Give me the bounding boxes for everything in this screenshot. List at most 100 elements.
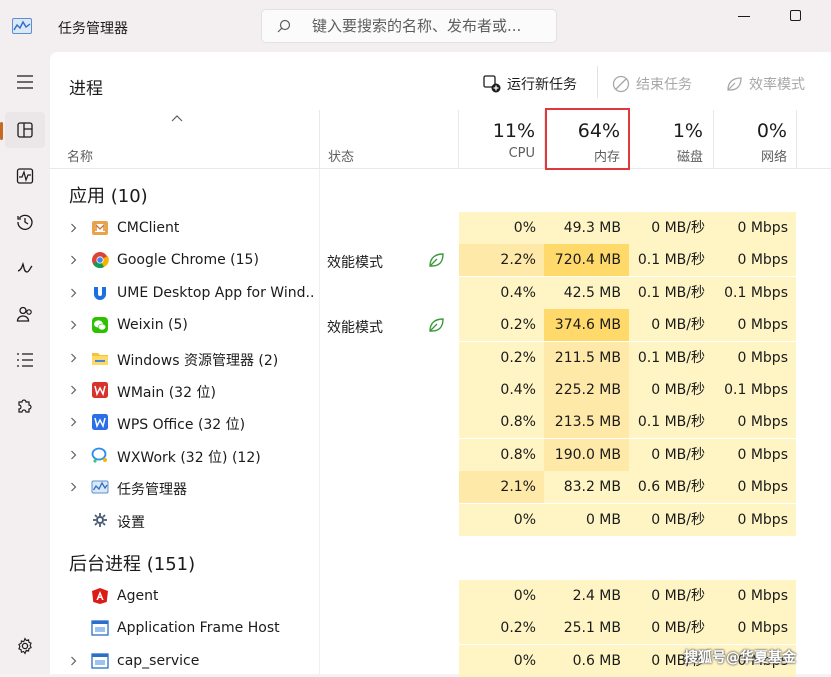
chevron-right-icon[interactable] xyxy=(70,320,77,330)
explorer-icon xyxy=(92,352,108,365)
memory-cell: 0 MB xyxy=(544,503,629,536)
nav-details[interactable] xyxy=(5,342,45,378)
command-separator xyxy=(597,66,598,98)
network-cell: 0 Mbps xyxy=(713,244,796,277)
disk-cell: 0.6 MB/秒 xyxy=(629,471,713,504)
hamburger-menu-button[interactable] xyxy=(5,64,45,100)
process-row[interactable]: Google Chrome (15) 效能模式 2.2% 720.4 MB 0.1 MB… xyxy=(50,244,831,277)
minimize-button[interactable] xyxy=(738,16,750,17)
cpu-cell: 0.4% xyxy=(459,374,544,406)
network-cell: 0 Mbps xyxy=(713,580,796,612)
chevron-right-icon[interactable] xyxy=(70,417,77,427)
nav-settings[interactable] xyxy=(5,628,45,664)
process-status: 效能模式 xyxy=(327,255,383,272)
chevron-right-icon[interactable] xyxy=(70,450,77,460)
cpu-cell: 0.8% xyxy=(459,406,544,439)
efficiency-mode-label: 效率模式 xyxy=(749,77,805,93)
wmain-icon xyxy=(92,382,108,398)
cpu-total-percent: 11% xyxy=(492,120,535,142)
efficiency-leaf-icon xyxy=(429,318,444,332)
disk-total-percent: 1% xyxy=(672,120,703,142)
maximize-button[interactable] xyxy=(790,10,801,21)
cpu-cell: 0.2% xyxy=(459,612,544,645)
details-list-icon xyxy=(17,353,33,367)
search-box[interactable] xyxy=(261,9,557,43)
nav-performance[interactable] xyxy=(5,158,45,194)
settings-gear-icon xyxy=(18,637,32,655)
network-cell: 0 Mbps xyxy=(713,406,796,439)
process-row[interactable]: WMain (32 位) 0.4% 225.2 MB 0 MB/秒 0.1 Mbps xyxy=(50,374,831,406)
process-name: CMClient xyxy=(117,220,180,236)
chevron-right-icon[interactable] xyxy=(70,656,77,666)
column-header-cpu[interactable]: 11% CPU xyxy=(459,120,535,161)
process-row[interactable]: Windows 资源管理器 (2) 0.2% 211.5 MB 0.1 MB/秒 0 M… xyxy=(50,341,831,374)
process-row[interactable]: UME Desktop App for Wind... 0.4% 42.5 MB 0.… xyxy=(50,276,831,309)
process-row[interactable]: Agent 0% 2.4 MB 0 MB/秒 0 Mbps xyxy=(50,580,831,612)
ume-icon xyxy=(94,286,106,300)
chevron-right-icon[interactable] xyxy=(70,255,77,265)
nav-processes[interactable] xyxy=(5,112,45,148)
efficiency-mode-button[interactable]: 效率模式 xyxy=(725,74,805,94)
history-icon xyxy=(17,214,33,230)
group-title-apps[interactable]: 应用 (10) xyxy=(69,182,148,208)
process-row[interactable]: WPS Office (32 位) 0.8% 213.5 MB 0.1 MB/秒 0 M… xyxy=(50,406,831,439)
network-cell: 0.1 Mbps xyxy=(713,374,796,406)
process-row[interactable]: CMClient 0% 49.3 MB 0 MB/秒 0 Mbps xyxy=(50,212,831,244)
nav-app-history[interactable] xyxy=(5,204,45,240)
chevron-right-icon[interactable] xyxy=(70,385,77,395)
column-header-network[interactable]: 0% 网络 xyxy=(713,120,787,165)
hamburger-icon xyxy=(17,75,33,89)
column-header-status[interactable]: 状态 xyxy=(328,146,354,165)
process-row[interactable]: 任务管理器 2.1% 83.2 MB 0.6 MB/秒 0 Mbps xyxy=(50,471,831,504)
process-row[interactable]: WXWork (32 位) (12) 0.8% 190.0 MB 0 MB/秒 0 Mb… xyxy=(50,438,831,471)
column-header-name[interactable]: 名称 xyxy=(67,146,93,165)
network-cell: 0 Mbps xyxy=(713,341,796,374)
chevron-right-icon[interactable] xyxy=(70,223,77,233)
network-cell: 0 Mbps xyxy=(713,612,796,645)
weixin-icon xyxy=(92,317,108,334)
memory-cell: 0.6 MB xyxy=(544,644,629,677)
cpu-cell: 2.1% xyxy=(459,471,544,504)
wps-icon xyxy=(92,414,108,431)
disk-cell: 0.1 MB/秒 xyxy=(629,406,713,439)
network-cell: 0 Mbps xyxy=(713,212,796,244)
chevron-right-icon[interactable] xyxy=(70,288,77,298)
watermark: 搜狐号@华夏基金 xyxy=(684,650,796,666)
process-row[interactable]: 设置 0% 0 MB 0 MB/秒 0 Mbps xyxy=(50,503,831,536)
end-task-button[interactable]: 结束任务 xyxy=(612,74,692,94)
process-name: UME Desktop App for Wind... xyxy=(117,284,314,301)
taskmgr-icon xyxy=(91,480,109,494)
run-new-task-button[interactable]: 运行新任务 xyxy=(483,74,577,94)
column-header-disk[interactable]: 1% 磁盘 xyxy=(629,120,703,165)
settings-app-icon xyxy=(93,512,107,527)
sort-up-icon xyxy=(171,115,183,122)
cap-service-icon xyxy=(91,653,109,669)
process-row[interactable]: Weixin (5) 效能模式 0.2% 374.6 MB 0 MB/秒 0 Mbps xyxy=(50,309,831,342)
memory-cell: 720.4 MB xyxy=(544,244,629,277)
cpu-cell: 0.4% xyxy=(459,276,544,309)
process-row[interactable]: Application Frame Host 0.2% 25.1 MB 0 MB/秒 0… xyxy=(50,612,831,645)
cpu-label: CPU xyxy=(508,146,535,161)
process-name: Google Chrome (15) xyxy=(117,252,259,269)
memory-highlight-box xyxy=(545,108,630,170)
network-cell: 0 Mbps xyxy=(713,471,796,504)
nav-services[interactable] xyxy=(5,388,45,424)
chevron-right-icon[interactable] xyxy=(70,353,77,363)
users-icon xyxy=(16,306,32,322)
title-bar: 任务管理器 xyxy=(0,0,831,52)
search-input[interactable] xyxy=(312,10,548,42)
process-name: cap_service xyxy=(117,652,200,669)
network-cell: 0 Mbps xyxy=(713,309,796,342)
chrome-icon xyxy=(92,252,109,269)
group-title-background[interactable]: 后台进程 (151) xyxy=(69,550,195,576)
efficiency-leaf-icon xyxy=(429,253,444,268)
chevron-right-icon[interactable] xyxy=(70,482,77,492)
app-title: 任务管理器 xyxy=(58,21,128,37)
nav-users[interactable] xyxy=(5,296,45,332)
process-name: 任务管理器 xyxy=(117,482,187,499)
process-name: Agent xyxy=(117,588,159,604)
disk-cell: 0.1 MB/秒 xyxy=(629,244,713,277)
disk-cell: 0 MB/秒 xyxy=(629,438,713,471)
end-task-label: 结束任务 xyxy=(636,77,692,93)
nav-startup-apps[interactable] xyxy=(5,250,45,286)
